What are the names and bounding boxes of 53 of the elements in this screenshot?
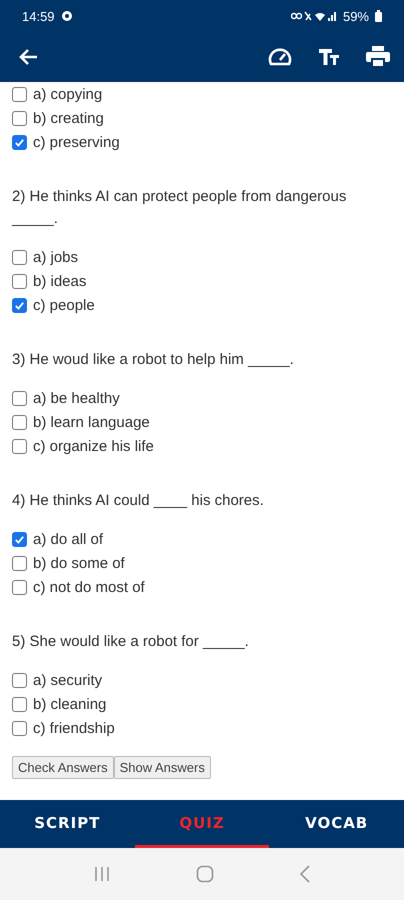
checkbox[interactable] bbox=[12, 532, 27, 546]
battery-percent: 59% bbox=[342, 8, 369, 24]
answer-button[interactable]: Show Answers bbox=[114, 756, 211, 779]
option-label: c) people bbox=[33, 296, 95, 314]
back-icon[interactable] bbox=[18, 48, 38, 66]
settings-icon bbox=[60, 10, 73, 22]
option-label: b) learn language bbox=[33, 414, 150, 430]
nav-tab[interactable]: VOCAB bbox=[269, 800, 404, 848]
option-label: a) copying bbox=[33, 86, 102, 102]
checkbox[interactable] bbox=[12, 250, 27, 264]
checkbox[interactable] bbox=[12, 134, 27, 150]
answer-button[interactable]: Check Answers bbox=[12, 756, 114, 779]
option-label: a) security bbox=[33, 672, 102, 688]
nav-tab[interactable]: SCRIPT bbox=[0, 800, 135, 848]
option-label: c) friendship bbox=[33, 720, 115, 736]
checkbox[interactable] bbox=[12, 298, 27, 312]
checkbox[interactable] bbox=[12, 556, 27, 570]
checkbox[interactable] bbox=[12, 672, 27, 688]
question-text: 2) He thinks AI can protect people from dangerous _____. bbox=[12, 187, 348, 229]
checkbox[interactable] bbox=[12, 580, 27, 594]
print-icon[interactable] bbox=[366, 46, 390, 68]
option-label: b) do some of bbox=[33, 554, 125, 572]
option-label: c) not do most of bbox=[33, 578, 145, 596]
option-label: a) jobs bbox=[33, 248, 78, 266]
gauge-icon[interactable] bbox=[268, 47, 292, 67]
option-label: a) be healthy bbox=[33, 390, 120, 406]
checkbox[interactable] bbox=[12, 720, 27, 736]
checkbox[interactable] bbox=[12, 390, 27, 406]
signal-icon bbox=[290, 10, 337, 22]
checkmark-icon bbox=[14, 534, 25, 544]
checkmark-icon bbox=[14, 300, 25, 310]
checkbox[interactable] bbox=[12, 438, 27, 454]
checkbox[interactable] bbox=[12, 696, 27, 712]
checkbox[interactable] bbox=[12, 86, 27, 102]
battery-icon bbox=[375, 10, 382, 22]
back-nav-icon[interactable] bbox=[299, 865, 312, 883]
option-label: c) organize his life bbox=[33, 438, 154, 454]
question-text: 5) She would like a robot for _____. bbox=[12, 632, 250, 652]
option-label: b) ideas bbox=[33, 272, 86, 290]
checkbox[interactable] bbox=[12, 414, 27, 430]
question-text: 3) He woud like a robot to help him _____. bbox=[12, 350, 295, 370]
status-time: 14:59 bbox=[22, 8, 55, 24]
option-label: b) cleaning bbox=[33, 696, 106, 712]
checkbox[interactable] bbox=[12, 110, 27, 126]
checkbox[interactable] bbox=[12, 274, 27, 288]
recent-apps-icon[interactable] bbox=[92, 866, 111, 882]
option-label: a) do all of bbox=[33, 530, 104, 548]
question-text: 4) He thinks AI could ____ his chores. bbox=[12, 491, 265, 511]
text-size-icon[interactable] bbox=[318, 48, 340, 66]
home-icon[interactable] bbox=[196, 865, 214, 883]
option-label: c) preserving bbox=[33, 134, 120, 150]
checkmark-icon bbox=[14, 136, 25, 148]
option-label: b) creating bbox=[33, 110, 104, 126]
